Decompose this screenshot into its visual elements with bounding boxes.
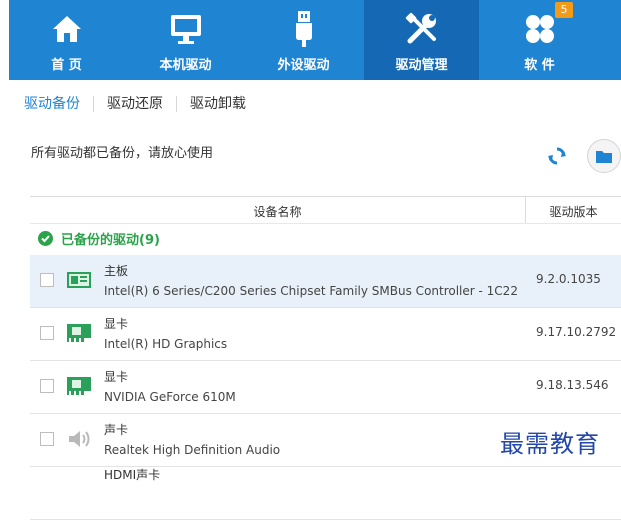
driver-version: 9.17.10.2792 (536, 325, 617, 339)
nav-software-label: 软 件 (524, 58, 555, 73)
refresh-icon[interactable] (547, 146, 567, 166)
driver-table-header: 设备名称 驱动版本 (30, 196, 621, 224)
apps-icon (482, 10, 597, 48)
table-row[interactable]: 显卡 Intel(R) HD Graphics 9.17.10.2792 (30, 308, 621, 361)
sub-tab-bar: 驱动备份 驱动还原 驱动卸载 (24, 94, 259, 114)
device-category: HDMI声卡 (104, 468, 161, 482)
graphics-card-icon (66, 375, 92, 397)
driver-version: 9.18.13.546 (536, 378, 609, 392)
column-device-name: 设备名称 (253, 205, 302, 219)
nav-left-edge (0, 0, 9, 80)
row-checkbox[interactable] (40, 273, 54, 287)
device-name: Intel(R) 6 Series/C200 Series Chipset Fa… (104, 284, 518, 298)
device-name: Intel(R) HD Graphics (104, 337, 228, 351)
row-checkbox[interactable] (40, 432, 54, 446)
tab-driver-restore[interactable]: 驱动还原 (93, 96, 176, 112)
nav-software[interactable]: 软 件 (482, 0, 597, 80)
speaker-icon (66, 428, 92, 450)
nav-peripheral-drivers[interactable]: 外设驱动 (246, 0, 361, 80)
top-nav-bar: 首 页 本机驱动 外设驱动 驱动管理 软 件 5 (0, 0, 621, 80)
device-category: 显卡 (104, 370, 129, 384)
table-row[interactable]: 主板 Intel(R) 6 Series/C200 Series Chipset… (30, 255, 621, 308)
nav-peripheral-drivers-label: 外设驱动 (277, 58, 330, 73)
backup-status-message: 所有驱动都已备份，请放心使用 (31, 146, 214, 161)
column-driver-version: 驱动版本 (549, 205, 598, 219)
row-checkbox[interactable] (40, 379, 54, 393)
monitor-icon (128, 10, 243, 48)
nav-driver-management-label: 驱动管理 (395, 58, 448, 73)
nav-home[interactable]: 首 页 (9, 0, 124, 80)
device-name: NVIDIA GeForce 610M (104, 390, 236, 404)
table-row[interactable]: HDMI声卡 (30, 467, 621, 520)
motherboard-icon (66, 269, 92, 291)
folder-icon (596, 151, 612, 163)
row-checkbox[interactable] (40, 326, 54, 340)
nav-local-drivers[interactable]: 本机驱动 (128, 0, 243, 80)
tools-icon (364, 10, 479, 48)
table-row[interactable]: 显卡 NVIDIA GeForce 610M 9.18.13.546 (30, 361, 621, 414)
device-category: 显卡 (104, 317, 129, 331)
open-folder-button[interactable] (587, 139, 621, 173)
device-category: 主板 (104, 264, 129, 278)
device-category: 声卡 (104, 423, 129, 437)
usb-icon (246, 10, 361, 48)
check-circle-icon (38, 230, 53, 246)
watermark-text: 最需教育 (500, 430, 600, 458)
backed-up-group-label: 已备份的驱动(9) (61, 232, 160, 248)
backed-up-group-header[interactable]: 已备份的驱动(9) (38, 228, 160, 248)
home-icon (9, 10, 124, 48)
nav-driver-management[interactable]: 驱动管理 (364, 0, 479, 80)
tab-driver-uninstall[interactable]: 驱动卸载 (176, 96, 259, 112)
software-badge: 5 (555, 2, 573, 18)
nav-home-label: 首 页 (51, 58, 82, 73)
device-name: Realtek High Definition Audio (104, 443, 281, 457)
graphics-card-icon (66, 322, 92, 344)
tab-driver-backup[interactable]: 驱动备份 (24, 96, 93, 112)
driver-version: 9.2.0.1035 (536, 272, 601, 286)
nav-local-drivers-label: 本机驱动 (159, 58, 212, 73)
